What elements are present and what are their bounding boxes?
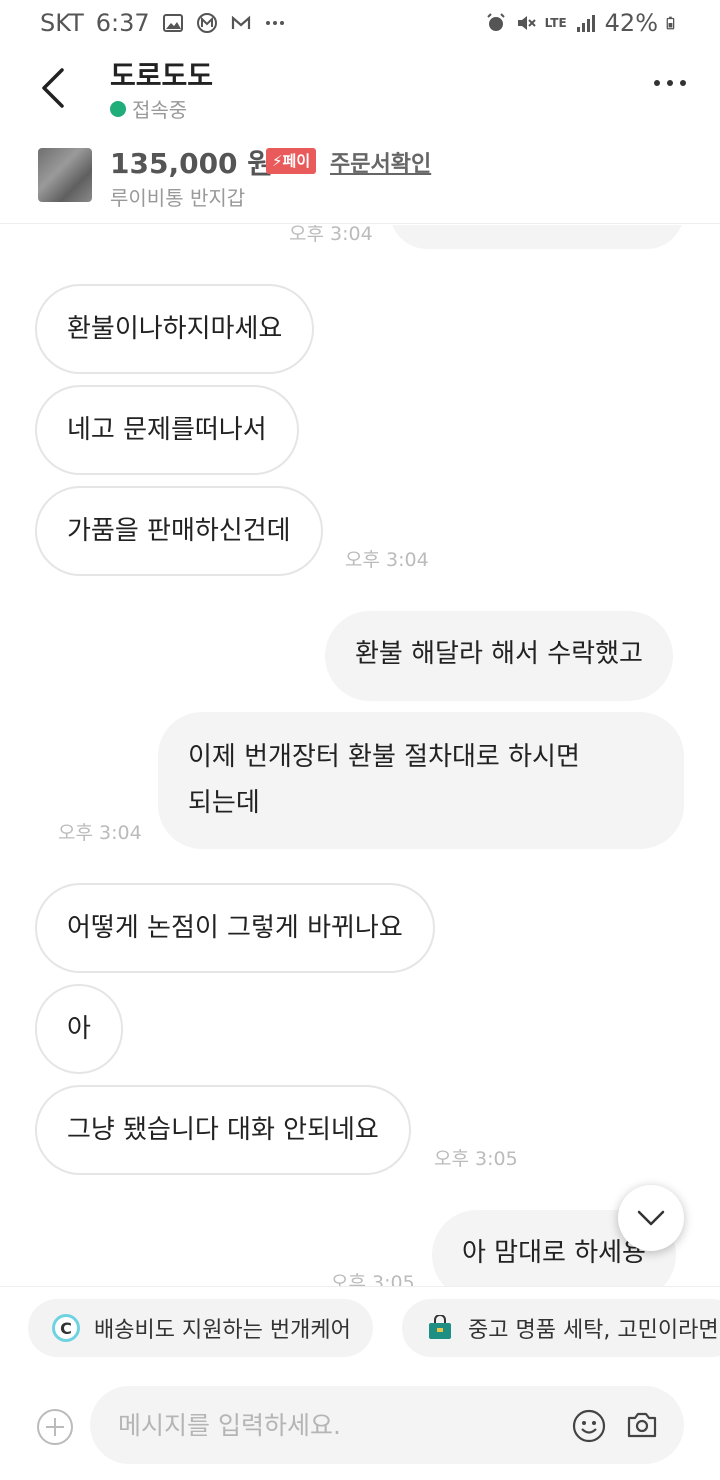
message-time: 오후 3:05 bbox=[434, 1148, 518, 1170]
clock-label: 6:37 bbox=[95, 9, 150, 37]
product-summary[interactable]: 135,000 원 ⚡페이 주문서확인 루이비통 반지갑 bbox=[0, 132, 720, 224]
battery-label: 42% bbox=[604, 9, 658, 37]
status-left: SKT 6:37 bbox=[40, 9, 286, 37]
incoming-message-bubble: 가품을 판매하신건데 bbox=[35, 486, 323, 576]
partial-message-bubble bbox=[390, 225, 684, 249]
back-icon[interactable] bbox=[38, 66, 70, 110]
app-notification-icon bbox=[196, 13, 217, 33]
message-time: 오후 3:04 bbox=[289, 225, 373, 245]
online-dot-icon bbox=[110, 100, 126, 117]
care-c-icon: C bbox=[52, 1314, 80, 1342]
mute-icon bbox=[517, 16, 536, 30]
product-name: 루이비통 반지갑 bbox=[110, 186, 246, 210]
pay-badge: ⚡페이 bbox=[266, 148, 317, 174]
status-right: LTE 42% bbox=[485, 9, 680, 37]
outgoing-message-bubble: 환불 해달라 해서 수락했고 bbox=[325, 611, 673, 701]
scroll-to-bottom-button[interactable] bbox=[618, 1185, 684, 1251]
product-price: 135,000 원 bbox=[110, 147, 274, 180]
product-thumbnail[interactable] bbox=[38, 148, 92, 202]
more-notifications-icon bbox=[265, 21, 284, 25]
incoming-message-bubble: 어떻게 논점이 그렇게 바뀌나요 bbox=[35, 883, 435, 973]
order-confirm-link[interactable]: 주문서확인 bbox=[330, 146, 431, 178]
incoming-message-bubble: 그냥 됐습니다 대화 안되네요 bbox=[35, 1085, 411, 1175]
chip-luxury-cleaning[interactable]: 중고 명품 세탁, 고민이라면 bbox=[402, 1299, 720, 1357]
more-options-icon[interactable] bbox=[654, 80, 686, 86]
status-bar: SKT 6:37 LTE 42% bbox=[0, 0, 720, 46]
carrier-label: SKT bbox=[40, 9, 84, 37]
message-time: 오후 3:04 bbox=[58, 822, 142, 844]
emoji-icon[interactable] bbox=[572, 1409, 606, 1443]
suggestion-chips: C 배송비도 지원하는 번개케어 중고 명품 세탁, 고민이라면 bbox=[0, 1286, 720, 1368]
incoming-message-bubble: 아 bbox=[35, 984, 123, 1074]
message-list[interactable]: 오후 3:04 환불이나하지마세요 네고 문제를떠나서 가품을 판매하신건데 오… bbox=[0, 225, 720, 1286]
outgoing-message-bubble: 이제 번개장터 환불 절차대로 하시면 되는데 bbox=[158, 712, 684, 849]
signal-icon bbox=[576, 15, 595, 32]
online-status-label: 접속중 bbox=[132, 98, 188, 122]
battery-icon bbox=[666, 16, 675, 30]
add-attachment-icon[interactable] bbox=[36, 1408, 74, 1446]
outgoing-message-line: 되는데 bbox=[188, 788, 260, 818]
network-label: LTE bbox=[544, 16, 567, 30]
incoming-message-bubble: 네고 문제를떠나서 bbox=[35, 385, 299, 475]
chip-label: 중고 명품 세탁, 고민이라면 bbox=[468, 1318, 719, 1343]
message-input-bar bbox=[0, 1368, 720, 1480]
chip-label: 배송비도 지원하는 번개케어 bbox=[94, 1318, 351, 1343]
alarm-icon bbox=[486, 13, 505, 31]
shopping-bag-icon bbox=[429, 1315, 451, 1339]
outgoing-message-line: 이제 번개장터 환불 절차대로 하시면 bbox=[188, 742, 580, 772]
chip-bungae-care[interactable]: C 배송비도 지원하는 번개케어 bbox=[28, 1299, 373, 1357]
chevron-down-icon bbox=[637, 1210, 665, 1226]
message-time: 오후 3:05 bbox=[331, 1272, 415, 1286]
incoming-message-bubble: 환불이나하지마세요 bbox=[35, 284, 315, 374]
message-time: 오후 3:04 bbox=[345, 549, 429, 571]
mail-icon bbox=[231, 15, 250, 29]
gallery-icon bbox=[162, 14, 183, 32]
camera-icon[interactable] bbox=[626, 1409, 658, 1441]
chat-header: 도로도도 접속중 bbox=[0, 46, 720, 132]
online-status: 접속중 bbox=[110, 94, 187, 123]
chat-partner-name: 도로도도 bbox=[110, 59, 214, 92]
